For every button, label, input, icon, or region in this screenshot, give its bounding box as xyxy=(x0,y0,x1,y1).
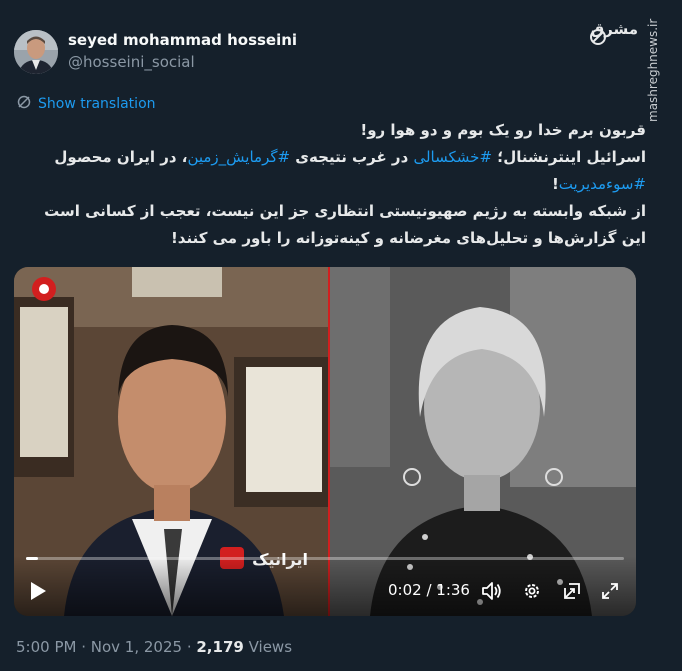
tweet-text-part: در غرب نتیجه‌ی xyxy=(290,148,414,166)
watermark: mashreghnews.ir xyxy=(646,18,660,122)
tweet-line-2: اسرائیل اینترنشنال؛ #خشکسالی در غرب نتیج… xyxy=(16,144,646,198)
gear-icon xyxy=(525,584,539,598)
tweet-text-part: ! xyxy=(551,175,559,193)
volume-icon xyxy=(482,582,501,600)
current-time: 0:02 xyxy=(388,581,422,599)
mashregh-logo: مشرق xyxy=(584,10,640,50)
pip-button[interactable] xyxy=(560,579,584,603)
video-player[interactable]: ایرانیک 0:02 / 1:36 xyxy=(14,267,636,616)
tweet-date[interactable]: Nov 1, 2025 xyxy=(91,638,182,656)
avatar[interactable] xyxy=(14,30,58,74)
tweet-line-1: قربون برم خدا رو یک بوم و دو هوا رو! xyxy=(360,121,646,139)
channel-icon-left xyxy=(32,277,56,301)
video-progress-fill xyxy=(26,557,38,560)
translate-icon xyxy=(16,94,32,114)
tweet-text: قربون برم خدا رو یک بوم و دو هوا رو! اسر… xyxy=(16,117,646,252)
volume-button[interactable] xyxy=(480,579,504,603)
tweet-line-3: از شبکه وابسته به رژیم صهیونیستی انتظاری… xyxy=(44,202,646,247)
meta-dot: · xyxy=(182,638,197,656)
show-translation-label[interactable]: Show translation xyxy=(38,96,156,112)
author-handle[interactable]: @hosseini_social xyxy=(68,53,195,71)
video-time: 0:02 / 1:36 xyxy=(388,581,470,599)
fullscreen-icon xyxy=(602,583,618,599)
fullscreen-button[interactable] xyxy=(598,579,622,603)
views-label: Views xyxy=(243,638,293,656)
duration: 1:36 xyxy=(436,581,470,599)
tweet-text-part: اسرائیل اینترنشنال؛ xyxy=(492,148,646,166)
author-name[interactable]: seyed mohammad hosseini xyxy=(68,31,297,49)
play-icon xyxy=(31,582,46,600)
time-separator: / xyxy=(421,581,437,599)
meta-dot: · xyxy=(76,638,91,656)
hashtag-drought[interactable]: #خشکسالی xyxy=(413,148,492,166)
settings-button[interactable] xyxy=(520,579,544,603)
picture-in-picture-icon xyxy=(564,583,580,599)
play-button[interactable] xyxy=(26,579,50,603)
video-progress-bar[interactable] xyxy=(26,557,624,560)
show-translation-link[interactable]: Show translation xyxy=(16,94,156,114)
tweet-time[interactable]: 5:00 PM xyxy=(16,638,76,656)
views-count: 2,179 xyxy=(196,638,244,656)
hashtag-global-warming[interactable]: #گرمایش_زمین xyxy=(187,148,290,166)
tweet-text-part: ، در ایران محصول xyxy=(54,148,188,166)
hashtag-mismanagement[interactable]: #سوءمدیریت xyxy=(559,175,646,193)
logo-text: مشرق xyxy=(591,20,638,38)
tweet-meta: 5:00 PM · Nov 1, 2025 · 2,179 Views xyxy=(16,638,292,656)
